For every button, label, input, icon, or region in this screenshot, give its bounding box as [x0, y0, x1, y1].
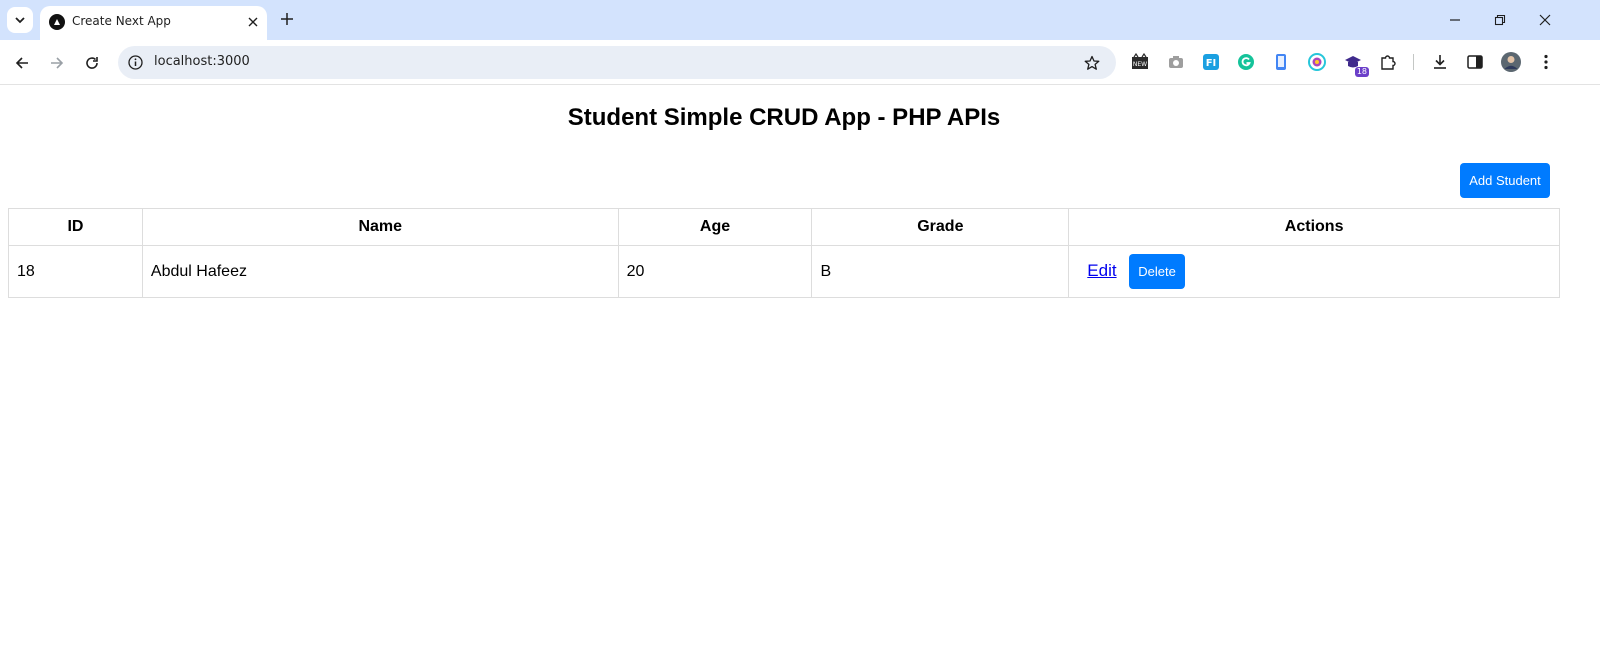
toolbar-divider	[1413, 54, 1414, 70]
cell-name: Abdul Hafeez	[141, 245, 619, 298]
students-table: ID Name Age Grade Actions 18 Abdul Hafee…	[8, 208, 1560, 298]
side-panel-icon[interactable]	[1465, 52, 1485, 72]
reload-button[interactable]	[80, 51, 104, 75]
active-tab[interactable]: Create Next App	[40, 6, 267, 40]
back-button[interactable]	[10, 51, 34, 75]
extension-badge: 18	[1354, 67, 1369, 77]
svg-text:NEW: NEW	[1133, 61, 1147, 68]
tab-strip: Create Next App	[0, 0, 1600, 40]
header-id: ID	[8, 208, 143, 246]
extensions-puzzle-icon[interactable]	[1378, 52, 1398, 72]
tab-title: Create Next App	[72, 14, 171, 28]
fi-extension-icon[interactable]: FI	[1201, 52, 1221, 72]
arrow-right-icon	[51, 57, 64, 69]
url-text: localhost:3000	[154, 54, 250, 69]
download-icon[interactable]	[1430, 52, 1450, 72]
reload-icon	[86, 57, 98, 69]
cell-id: 18	[8, 245, 143, 298]
cell-age: 20	[617, 245, 813, 298]
close-window-button[interactable]	[1533, 8, 1557, 32]
camera-extension-icon[interactable]	[1166, 52, 1186, 72]
forward-button[interactable]	[45, 51, 69, 75]
address-bar[interactable]: localhost:3000	[118, 46, 1116, 79]
color-extension-icon[interactable]	[1307, 52, 1327, 72]
news-extension-icon[interactable]: NEW	[1130, 52, 1150, 72]
add-student-button[interactable]: Add Student	[1460, 163, 1550, 198]
arrow-left-icon	[15, 57, 28, 69]
nextjs-logo-icon	[49, 14, 65, 30]
header-age: Age	[617, 208, 813, 246]
chevron-down-icon	[15, 17, 25, 24]
info-icon[interactable]	[127, 54, 144, 71]
edit-link[interactable]: Edit	[1087, 261, 1116, 280]
page-content: Student Simple CRUD App - PHP APIs Add S…	[0, 86, 1600, 668]
avatar[interactable]	[1501, 52, 1521, 72]
restore-button[interactable]	[1488, 8, 1512, 32]
browser-toolbar: localhost:3000 NEW FI 18	[0, 40, 1600, 85]
minimize-button[interactable]	[1443, 8, 1467, 32]
star-icon[interactable]	[1082, 53, 1102, 73]
grammarly-extension-icon[interactable]	[1236, 52, 1256, 72]
phone-extension-icon[interactable]	[1271, 52, 1291, 72]
header-name: Name	[141, 208, 619, 246]
header-actions: Actions	[1068, 208, 1560, 246]
cell-actions: Edit Delete	[1068, 245, 1560, 298]
tab-search-button[interactable]	[7, 7, 33, 33]
svg-text:FI: FI	[1206, 58, 1217, 69]
table-row: 18 Abdul Hafeez 20 B Edit Delete	[8, 245, 1560, 298]
delete-button[interactable]: Delete	[1129, 254, 1186, 289]
header-grade: Grade	[811, 208, 1070, 246]
plus-icon	[281, 13, 293, 25]
page-title: Student Simple CRUD App - PHP APIs	[567, 104, 1001, 131]
close-icon[interactable]	[244, 13, 262, 31]
menu-icon[interactable]	[1536, 52, 1556, 72]
graduation-extension-icon[interactable]: 18	[1343, 52, 1369, 77]
table-header-row: ID Name Age Grade Actions	[8, 208, 1560, 246]
new-tab-button[interactable]	[277, 9, 297, 29]
cell-grade: B	[811, 245, 1070, 298]
